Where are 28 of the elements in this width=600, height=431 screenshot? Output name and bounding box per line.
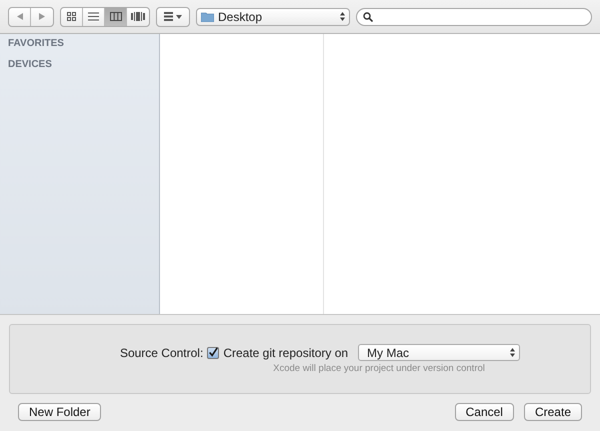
checkmark-icon xyxy=(208,347,218,358)
columns-icon xyxy=(110,12,122,21)
source-control-label: Source Control: xyxy=(120,346,204,360)
destination-popup[interactable]: My Mac xyxy=(358,344,520,361)
new-folder-button[interactable]: New Folder xyxy=(18,403,102,421)
folder-icon xyxy=(201,12,214,22)
search-field[interactable] xyxy=(356,8,592,26)
view-mode-button[interactable] xyxy=(105,8,127,26)
list-icon xyxy=(88,12,99,21)
navigation-control[interactable] xyxy=(8,6,54,26)
coverflow-icon xyxy=(131,12,145,21)
view-mode-control[interactable] xyxy=(60,6,150,26)
grid-icon xyxy=(67,12,76,21)
location-popup[interactable]: Desktop xyxy=(196,8,350,26)
checkbox-label: Create git repository on xyxy=(223,346,348,360)
cancel-button[interactable]: Cancel xyxy=(454,403,514,421)
left-arrow-icon xyxy=(16,13,22,20)
sidebar-heading: DEVICES xyxy=(7,59,53,72)
caret-icon xyxy=(176,14,182,18)
search-icon xyxy=(363,12,373,22)
stepper-icon xyxy=(510,348,516,357)
create-button[interactable]: Create xyxy=(524,403,582,421)
hint-text: Xcode will place your project under version control xyxy=(273,363,485,374)
sidebar-heading: FAVORITES xyxy=(7,38,65,51)
git-checkbox[interactable] xyxy=(207,346,220,358)
right-arrow-icon xyxy=(39,13,45,20)
stepper-icon xyxy=(340,12,345,21)
arrange-icon xyxy=(164,12,173,21)
